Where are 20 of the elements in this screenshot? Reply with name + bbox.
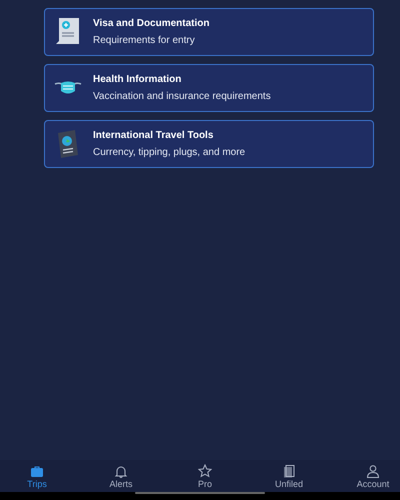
info-card[interactable]: Health Information Vaccination and insurance requirements	[44, 64, 374, 112]
star-icon	[198, 464, 212, 478]
files-icon	[282, 464, 296, 478]
home-indicator[interactable]	[135, 492, 265, 494]
tab[interactable]: Alerts	[94, 464, 148, 488]
card-title: International Travel Tools	[93, 130, 214, 141]
tab[interactable]: Trips	[10, 464, 64, 488]
tab[interactable]: Account	[346, 464, 400, 488]
tab[interactable]: Unfiled	[262, 464, 316, 488]
person-icon	[366, 464, 380, 478]
info-card[interactable]: Visa and Documentation Requirements for entry	[44, 8, 374, 56]
card-title: Health Information	[93, 74, 182, 85]
tab[interactable]: Pro	[178, 464, 232, 488]
bell-icon	[114, 464, 128, 478]
card-subtitle: Requirements for entry	[93, 35, 196, 46]
card-subtitle: Currency, tipping, plugs, and more	[93, 147, 246, 158]
briefcase-icon	[30, 464, 44, 478]
card-title: Visa and Documentation	[93, 18, 210, 29]
info-card[interactable]: International Travel Tools Currency, tipping, plugs, and more	[44, 120, 374, 168]
card-subtitle: Vaccination and insurance requirements	[93, 91, 271, 102]
